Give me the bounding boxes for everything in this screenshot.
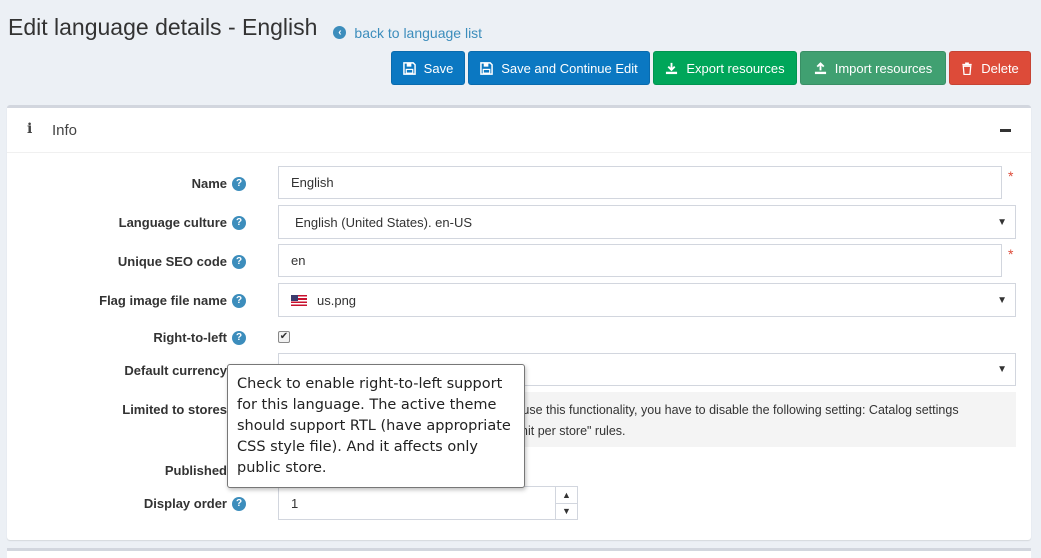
flag-image-select[interactable]: us.png ▼ [278, 283, 1016, 317]
save-continue-button[interactable]: Save and Continue Edit [468, 51, 650, 85]
us-flag-icon [291, 294, 307, 306]
help-icon[interactable]: ? [232, 294, 246, 308]
seo-code-input[interactable]: en [278, 244, 1002, 277]
floppy-disk-icon [402, 61, 416, 75]
display-order-value: 1 [291, 495, 299, 511]
display-order-label: Display order [143, 496, 227, 511]
name-value: English [291, 175, 334, 190]
minus-icon[interactable] [1000, 129, 1011, 132]
help-icon[interactable]: ? [232, 216, 246, 230]
page-header: Edit language details - English ‹ back t… [8, 14, 482, 41]
save-continue-label: Save and Continue Edit [501, 60, 638, 76]
delete-button[interactable]: Delete [949, 51, 1031, 85]
help-icon[interactable]: ? [232, 255, 246, 269]
rtl-checkbox[interactable]: ✔ [278, 331, 290, 343]
limited-to-stores-label: Limited to stores [122, 402, 227, 417]
page-title: Edit language details - English [8, 14, 318, 40]
export-label: Export resources [686, 60, 785, 76]
export-resources-button[interactable]: Export resources [653, 51, 797, 85]
name-input[interactable]: English [278, 166, 1002, 199]
seo-code-value: en [291, 253, 306, 268]
language-culture-select[interactable]: English (United States). en-US ▼ [278, 205, 1016, 239]
required-marker: * [1008, 168, 1014, 184]
delete-label: Delete [981, 60, 1019, 76]
save-label: Save [423, 60, 454, 76]
language-culture-value: English (United States). en-US [295, 214, 473, 230]
info-icon: i [27, 121, 33, 137]
rtl-label: Right-to-left [153, 330, 227, 345]
floppy-disk-icon [480, 61, 494, 75]
caret-down-icon: ▼ [997, 294, 1007, 306]
name-label: Name [191, 176, 227, 191]
caret-down-icon: ▼ [997, 216, 1007, 228]
required-marker: * [1008, 246, 1014, 262]
help-icon[interactable]: ? [232, 331, 246, 345]
seo-code-label: Unique SEO code [117, 254, 227, 269]
display-order-input[interactable]: 1 ▲ ▼ [278, 486, 578, 520]
language-culture-label: Language culture [118, 215, 227, 230]
download-icon [666, 62, 678, 74]
next-panel [7, 548, 1031, 558]
import-resources-button[interactable]: Import resources [800, 51, 946, 85]
number-spinner: ▲ ▼ [555, 487, 577, 519]
back-link-label: back to language list [354, 24, 483, 41]
import-label: Import resources [834, 60, 933, 76]
published-label: Published [164, 463, 227, 478]
back-to-list-link[interactable]: ‹ back to language list [333, 25, 482, 41]
trash-icon [962, 61, 972, 75]
upload-icon [814, 61, 826, 74]
rtl-tooltip: Check to enable right-to-left support fo… [227, 364, 525, 488]
help-icon[interactable]: ? [232, 497, 246, 511]
chevron-down-icon[interactable]: ▼ [556, 502, 577, 520]
help-icon[interactable]: ? [232, 177, 246, 191]
chevron-up-icon[interactable]: ▲ [556, 487, 577, 503]
flag-image-label: Flag image file name [99, 293, 227, 308]
flag-image-value: us.png [317, 292, 357, 308]
arrow-circle-left-icon: ‹ [333, 26, 347, 39]
info-panel-header[interactable]: i Info [7, 108, 1031, 153]
default-currency-label: Default currency [124, 363, 227, 378]
caret-down-icon: ▼ [997, 364, 1007, 375]
save-button[interactable]: Save [391, 51, 465, 85]
panel-title: Info [52, 122, 78, 139]
